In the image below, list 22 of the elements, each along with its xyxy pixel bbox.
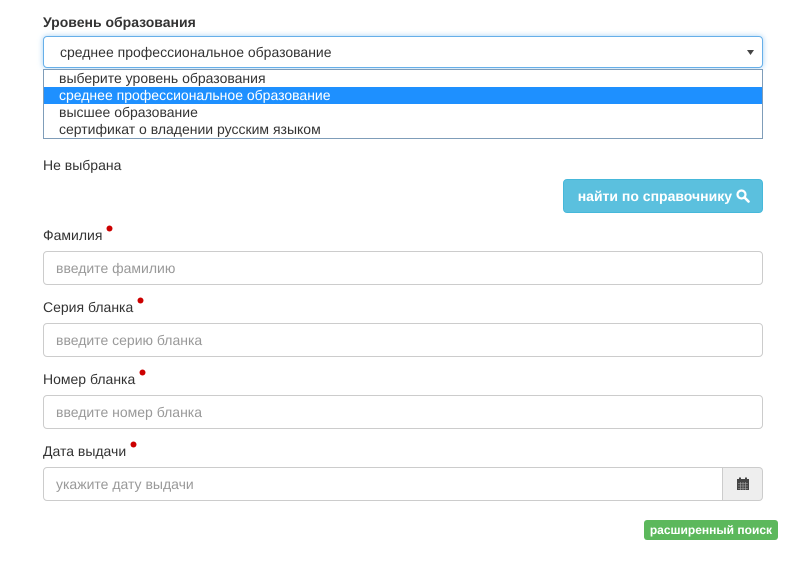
organization-value: Не выбрана (43, 157, 122, 173)
input-field[interactable]: введите серию бланка (43, 323, 763, 357)
dropdown-option[interactable]: сертификат о владении русским языком (44, 121, 762, 138)
required-icon (106, 225, 114, 232)
input-field[interactable]: введите фамилию (43, 251, 763, 285)
dropdown-option[interactable]: выберите уровень образования (44, 70, 762, 87)
search-icon (736, 189, 750, 203)
field-label: Серия бланка (43, 299, 134, 315)
education-select[interactable]: среднее профессиональное образование (43, 36, 763, 68)
field-label: Дата выдачи (43, 443, 126, 459)
dropdown-option[interactable]: высшее образование (44, 104, 762, 121)
required-icon (130, 441, 138, 448)
calendar-button[interactable] (723, 467, 763, 501)
required-icon (139, 369, 146, 376)
field-label: Уровень образования (43, 14, 197, 30)
required-icon (137, 297, 144, 304)
input-field[interactable]: введите номер бланка (43, 395, 763, 429)
calendar-icon (736, 477, 750, 491)
field-label: Фамилия (43, 227, 102, 243)
date-field[interactable]: укажите дату выдачи (43, 467, 723, 501)
caret-icon (747, 50, 754, 54)
field-label: Номер бланка (43, 371, 136, 387)
